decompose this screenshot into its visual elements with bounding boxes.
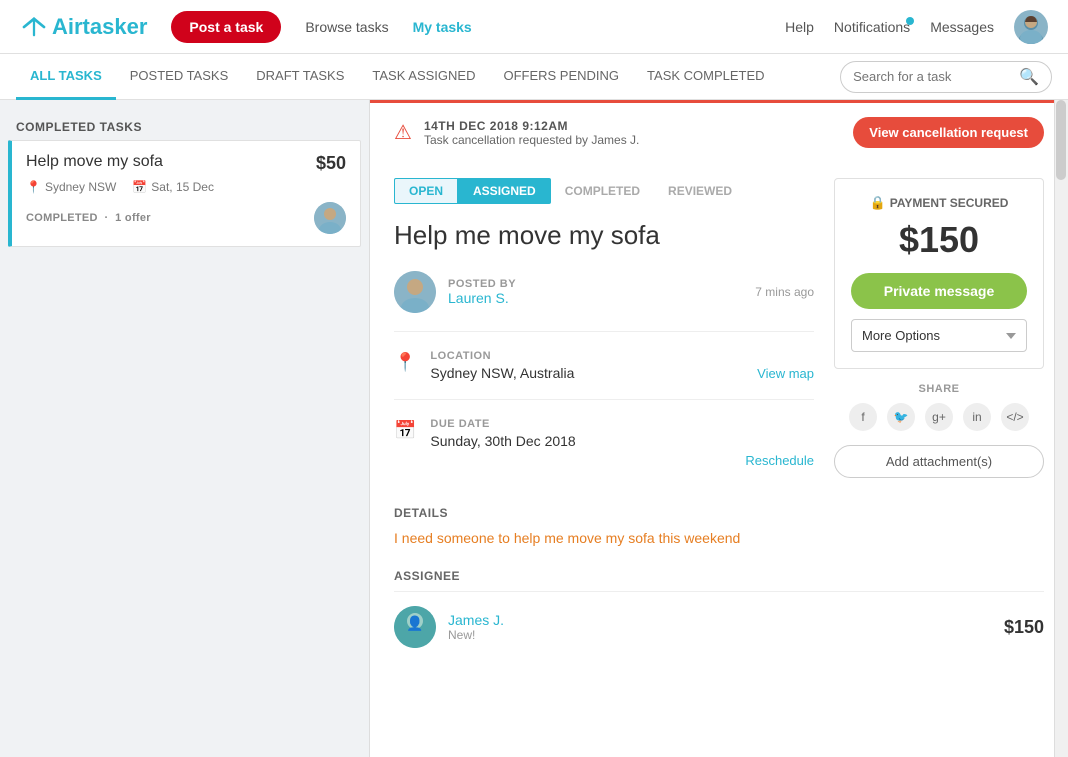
logo-text: Airtasker	[52, 14, 147, 40]
sidebar-section-title: COMPLETED TASKS	[0, 112, 369, 140]
logo[interactable]: Airtasker	[20, 14, 147, 40]
cancellation-banner: ⚠ 14TH DEC 2018 9:12AM Task cancellation…	[370, 100, 1068, 162]
notifications-link[interactable]: Notifications	[834, 19, 910, 35]
assignee-section: ASSIGNEE 👤 James J. New! $1	[394, 569, 1044, 648]
tabs-bar: ALL TASKS POSTED TASKS DRAFT TASKS TASK …	[0, 54, 1068, 100]
search-icon: 🔍	[1019, 67, 1039, 87]
sidebar: COMPLETED TASKS Help move my sofa $50 📍 …	[0, 100, 370, 757]
facebook-share-icon[interactable]: f	[849, 403, 877, 431]
poster-avatar	[394, 271, 436, 313]
messages-link[interactable]: Messages	[930, 19, 994, 35]
task-card-location: 📍 Sydney NSW	[26, 180, 116, 194]
pill-reviewed: REVIEWED	[654, 179, 746, 203]
lock-icon: 🔒	[870, 195, 886, 211]
search-box: 🔍	[840, 61, 1052, 93]
tab-offers-pending[interactable]: OFFERS PENDING	[489, 54, 633, 100]
assignee-label: ASSIGNEE	[394, 569, 1044, 583]
linkedin-share-icon[interactable]: in	[963, 403, 991, 431]
nav-right: Help Notifications Messages	[785, 10, 1048, 44]
posted-by-label: POSTED BY	[448, 278, 516, 290]
share-section: SHARE f 🐦 g+ in </>	[834, 383, 1044, 431]
calendar-due-icon: 📅	[394, 420, 416, 441]
location-icon: 📍	[26, 180, 41, 194]
status-pills: OPEN ASSIGNED COMPLETED REVIEWED	[394, 178, 814, 204]
cancellation-datetime: 14TH DEC 2018 9:12AM	[424, 119, 639, 133]
googleplus-share-icon[interactable]: g+	[925, 403, 953, 431]
posted-by-row: POSTED BY Lauren S. 7 mins ago	[394, 271, 814, 332]
right-panel: 🔒 PAYMENT SECURED $150 Private message M…	[834, 178, 1044, 478]
warning-icon: ⚠	[394, 120, 412, 145]
share-icons: f 🐦 g+ in </>	[834, 403, 1044, 431]
details-text: I need someone to help me move my sofa t…	[394, 528, 1044, 549]
cancellation-left: ⚠ 14TH DEC 2018 9:12AM Task cancellation…	[394, 119, 639, 147]
add-attachment-button[interactable]: Add attachment(s)	[834, 445, 1044, 478]
browse-tasks-link[interactable]: Browse tasks	[305, 19, 388, 35]
location-row: 📍 LOCATION Sydney NSW, Australia View ma…	[394, 350, 814, 400]
assignee-avatar: 👤	[394, 606, 436, 648]
svg-text:👤: 👤	[406, 615, 423, 632]
payment-amount: $150	[851, 219, 1027, 261]
due-date-row: 📅 DUE DATE Sunday, 30th Dec 2018 Resched…	[394, 418, 814, 486]
view-map-link[interactable]: View map	[757, 366, 814, 381]
pill-assigned: ASSIGNED	[458, 178, 551, 204]
pill-completed: COMPLETED	[551, 179, 654, 203]
assignee-badge: New!	[448, 628, 504, 642]
task-card-price: $50	[316, 153, 346, 174]
due-date-value: Sunday, 30th Dec 2018	[430, 433, 814, 449]
tab-task-assigned[interactable]: TASK ASSIGNED	[358, 54, 489, 100]
embed-share-icon[interactable]: </>	[1001, 403, 1029, 431]
view-cancellation-button[interactable]: View cancellation request	[853, 117, 1044, 148]
tab-posted-tasks[interactable]: POSTED TASKS	[116, 54, 243, 100]
assignee-row: 👤 James J. New! $150	[394, 591, 1044, 648]
task-card-title: Help move my sofa	[26, 153, 316, 171]
task-card[interactable]: Help move my sofa $50 📍 Sydney NSW 📅 Sat…	[8, 140, 361, 247]
calendar-icon: 📅	[132, 180, 147, 194]
detail-panel: ⚠ 14TH DEC 2018 9:12AM Task cancellation…	[370, 100, 1068, 757]
pill-open: OPEN	[394, 178, 458, 204]
assignee-price: $150	[1004, 617, 1044, 638]
search-input[interactable]	[853, 69, 1013, 84]
main-layout: COMPLETED TASKS Help move my sofa $50 📍 …	[0, 100, 1068, 757]
task-card-avatar	[314, 202, 346, 234]
scrollbar-track[interactable]	[1054, 100, 1068, 757]
details-label: DETAILS	[394, 506, 1044, 520]
more-options-select[interactable]: More Options	[851, 319, 1027, 352]
post-task-button[interactable]: Post a task	[171, 11, 281, 43]
twitter-share-icon[interactable]: 🐦	[887, 403, 915, 431]
navbar: Airtasker Post a task Browse tasks My ta…	[0, 0, 1068, 54]
help-link[interactable]: Help	[785, 19, 814, 35]
user-avatar[interactable]	[1014, 10, 1048, 44]
tab-draft-tasks[interactable]: DRAFT TASKS	[242, 54, 358, 100]
location-pin-icon: 📍	[394, 352, 416, 373]
assignee-name[interactable]: James J.	[448, 612, 504, 628]
share-label: SHARE	[834, 383, 1044, 395]
payment-secured-label: 🔒 PAYMENT SECURED	[851, 195, 1027, 211]
due-date-label: DUE DATE	[430, 418, 814, 430]
task-card-date: 📅 Sat, 15 Dec	[132, 180, 214, 194]
task-detail-body: 🔒 PAYMENT SECURED $150 Private message M…	[370, 162, 1068, 672]
poster-name[interactable]: Lauren S.	[448, 290, 516, 306]
notification-dot	[906, 17, 914, 25]
payment-box: 🔒 PAYMENT SECURED $150 Private message M…	[834, 178, 1044, 369]
posted-ago: 7 mins ago	[755, 285, 814, 299]
reschedule-link[interactable]: Reschedule	[430, 453, 814, 468]
cancellation-message: Task cancellation requested by James J.	[424, 133, 639, 147]
tab-all-tasks[interactable]: ALL TASKS	[16, 54, 116, 100]
location-value: Sydney NSW, Australia	[430, 365, 743, 381]
location-label: LOCATION	[430, 350, 743, 362]
task-card-status: COMPLETED · 1 offer	[26, 212, 151, 224]
private-message-button[interactable]: Private message	[851, 273, 1027, 309]
tab-task-completed[interactable]: TASK COMPLETED	[633, 54, 779, 100]
scrollbar-thumb[interactable]	[1056, 100, 1066, 180]
notifications-wrap[interactable]: Notifications	[834, 19, 910, 35]
details-section: DETAILS I need someone to help me move m…	[394, 506, 1044, 549]
my-tasks-link[interactable]: My tasks	[413, 19, 472, 35]
